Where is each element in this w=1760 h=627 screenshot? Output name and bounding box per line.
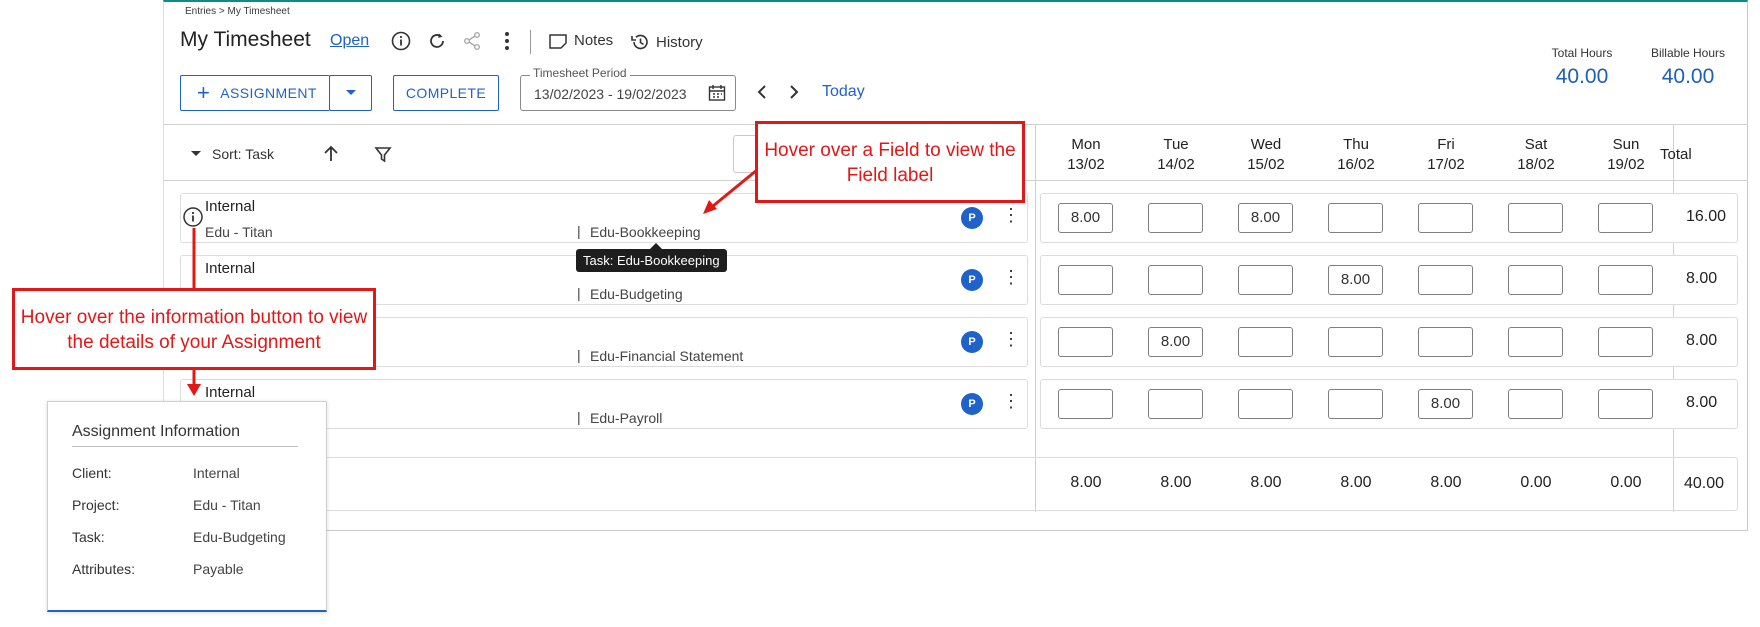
field-hover-callout: Hover over a Field to view the Field lab… [755, 121, 1025, 203]
info-hover-callout: Hover over the information button to vie… [12, 288, 376, 370]
divider [72, 446, 298, 447]
info-field-label: Client: [72, 465, 112, 481]
assignment-info-title: Assignment Information [72, 423, 241, 440]
info-field-value: Edu - Titan [193, 497, 261, 513]
info-field-value: Internal [193, 465, 240, 481]
info-field-label: Attributes: [72, 561, 136, 577]
info-field-label: Project: [72, 497, 120, 513]
info-field-value: Payable [193, 561, 244, 577]
info-field-label: Task: [72, 529, 105, 545]
info-field-value: Edu-Budgeting [193, 529, 286, 545]
